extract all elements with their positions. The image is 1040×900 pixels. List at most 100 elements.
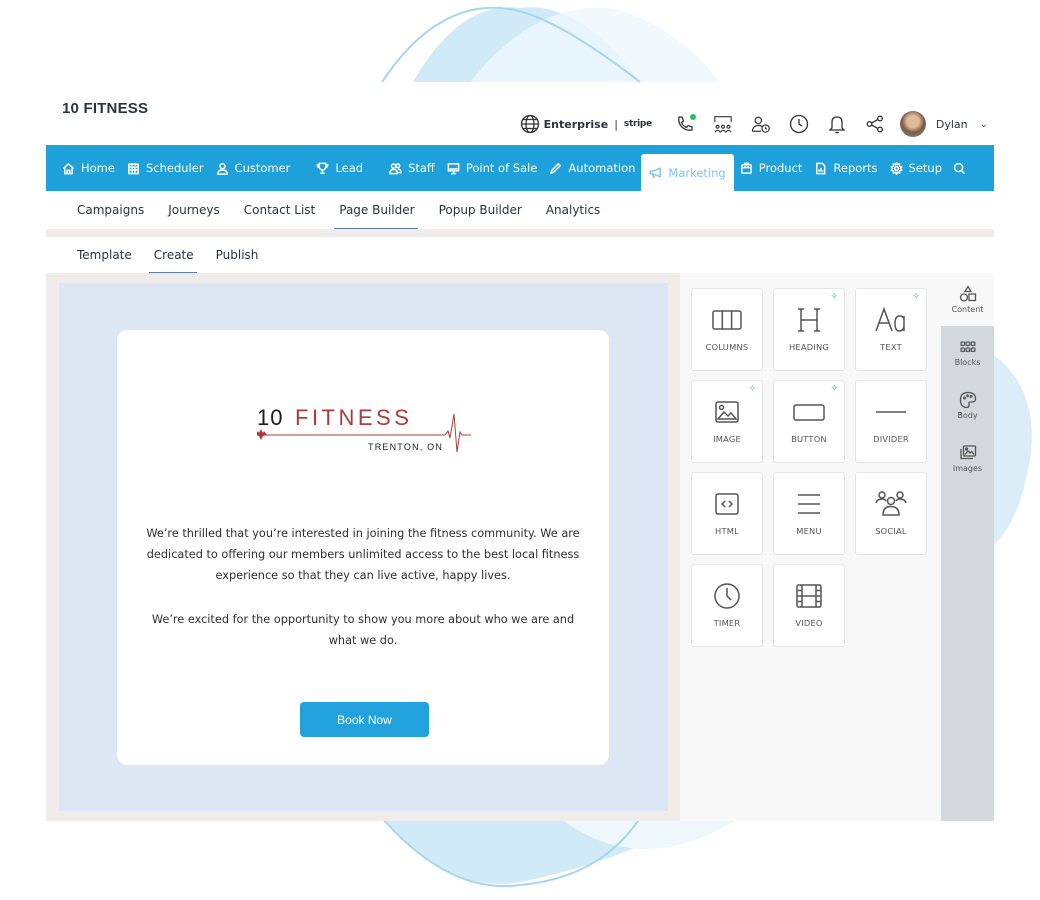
side-tab-blocks[interactable]: Blocks	[941, 326, 994, 379]
subnav-journeys[interactable]: Journeys	[168, 191, 220, 229]
nav-marketing-label: Marketing	[668, 165, 726, 180]
search-icon	[953, 162, 966, 174]
subnav-analytics[interactable]: Analytics	[546, 191, 601, 229]
nav-home-label: Home	[81, 161, 115, 175]
side-tab-content[interactable]: Content	[941, 273, 994, 326]
clock-icon	[789, 114, 809, 134]
tile-columns[interactable]: COLUMNS	[691, 288, 763, 371]
builder-workspace: 10 FITNESS TRENTON, ON We’re thrilled th…	[46, 273, 994, 821]
tile-text[interactable]: ✧ TEXT	[855, 288, 927, 371]
button-icon	[793, 404, 825, 421]
nav-automation[interactable]: Automation	[543, 145, 641, 191]
chevron-down-icon[interactable]: ⌄	[980, 119, 988, 130]
nav-product-label: Product	[758, 161, 803, 175]
subnav-campaigns[interactable]: Campaigns	[77, 191, 144, 229]
tile-button[interactable]: ✧ BUTTON	[773, 380, 845, 463]
tile-label: VIDEO	[795, 618, 823, 628]
report-icon	[816, 162, 826, 174]
subnav-popup-builder[interactable]: Popup Builder	[439, 191, 522, 229]
nav-setup[interactable]: Setup	[884, 145, 948, 191]
menu-icon	[798, 494, 820, 514]
tile-divider[interactable]: DIVIDER	[855, 380, 927, 463]
tile-label: SOCIAL	[875, 526, 907, 536]
nav-point-of-sale[interactable]: Point of Sale	[441, 145, 544, 191]
logo-location: TRENTON, ON	[368, 442, 443, 452]
side-tab-label: Images	[952, 464, 983, 473]
bell-icon	[828, 116, 846, 134]
top-header: 10 FITNESS Enterprise | stripe Dylan ⌄	[46, 90, 994, 145]
panel-side-tabs: Content Blocks Body Images	[941, 273, 994, 821]
nav-reports[interactable]: Reports	[808, 145, 883, 191]
trophy-icon	[317, 162, 329, 174]
secondary-paragraph[interactable]: We’re excited for the opportunity to sho…	[137, 609, 589, 651]
avatar[interactable]	[899, 111, 926, 137]
brand-title: 10 FITNESS	[62, 100, 149, 117]
nav-search-button[interactable]	[953, 145, 966, 191]
text-icon	[875, 306, 905, 332]
nav-staff-label: Staff	[408, 161, 435, 175]
heading-icon	[798, 308, 820, 332]
tile-heading[interactable]: ✧ HEADING	[773, 288, 845, 371]
nav-marketing[interactable]: Marketing	[641, 154, 734, 191]
tab-template[interactable]: Template	[77, 237, 132, 273]
tile-label: HEADING	[788, 342, 830, 352]
blocks-icon	[959, 341, 976, 353]
user-icon	[216, 162, 228, 175]
tile-social[interactable]: SOCIAL	[855, 472, 927, 555]
nav-home[interactable]: Home	[56, 145, 121, 191]
side-tab-images[interactable]: Images	[941, 432, 994, 485]
nav-staff[interactable]: Staff	[383, 145, 441, 191]
nav-lead[interactable]: Lead	[310, 145, 369, 191]
email-body-card[interactable]: 10 FITNESS TRENTON, ON We’re thrilled th…	[117, 330, 609, 765]
ai-sparkle-icon: ✧	[830, 292, 838, 302]
tab-publish[interactable]: Publish	[216, 237, 259, 273]
content-panel: COLUMNS ✧ HEADING ✧ TEXT ✧ IMAGE ✧ BUTTO…	[680, 273, 941, 821]
history-button[interactable]	[788, 113, 810, 135]
subnav-contact-list[interactable]: Contact List	[244, 191, 315, 229]
ai-sparkle-icon: ✧	[912, 292, 920, 302]
content-tiles: COLUMNS ✧ HEADING ✧ TEXT ✧ IMAGE ✧ BUTTO…	[691, 288, 927, 647]
marketing-sub-nav: Campaigns Journeys Contact List Page Bui…	[46, 191, 994, 237]
tile-image[interactable]: ✧ IMAGE	[691, 380, 763, 463]
tile-html[interactable]: HTML	[691, 472, 763, 555]
tile-label: IMAGE	[713, 434, 741, 444]
plan-badge[interactable]: Enterprise | stripe	[520, 114, 652, 134]
builder-tabs: Template Create Publish	[46, 237, 994, 273]
side-tab-body[interactable]: Body	[941, 379, 994, 432]
nav-reports-label: Reports	[833, 161, 878, 175]
brand-logo[interactable]: 10 FITNESS TRENTON, ON	[257, 396, 472, 452]
side-tab-label: Body	[957, 411, 978, 420]
nav-lead-label: Lead	[335, 161, 364, 175]
share-button[interactable]	[864, 113, 886, 135]
tile-label: COLUMNS	[705, 342, 749, 352]
classes-button[interactable]	[712, 113, 734, 135]
phone-button[interactable]	[674, 113, 696, 135]
tile-video[interactable]: VIDEO	[773, 564, 845, 647]
online-status-dot	[689, 114, 696, 120]
tile-timer[interactable]: TIMER	[691, 564, 763, 647]
nav-customer[interactable]: Customer	[210, 145, 297, 191]
email-canvas[interactable]: 10 FITNESS TRENTON, ON We’re thrilled th…	[59, 283, 668, 811]
book-now-button[interactable]: Book Now	[300, 702, 429, 737]
image-icon	[715, 401, 739, 423]
subnav-page-builder[interactable]: Page Builder	[334, 191, 418, 229]
timer-icon	[714, 583, 740, 609]
tile-menu[interactable]: MENU	[773, 472, 845, 555]
nav-scheduler-label: Scheduler	[145, 161, 204, 175]
staff-schedule-button[interactable]	[750, 113, 772, 135]
nav-product[interactable]: Product	[734, 145, 809, 191]
tile-label: TEXT	[880, 342, 902, 352]
palette-icon	[959, 391, 976, 409]
user-name[interactable]: Dylan	[936, 118, 968, 131]
tile-label: TIMER	[713, 618, 741, 628]
html-icon	[715, 493, 739, 515]
nav-scheduler[interactable]: Scheduler	[121, 145, 210, 191]
notifications-button[interactable]	[826, 113, 848, 135]
tab-create[interactable]: Create	[148, 237, 197, 273]
users-icon	[389, 162, 402, 174]
intro-paragraph[interactable]: We’re thrilled that you’re interested in…	[137, 523, 589, 586]
ai-sparkle-icon: ✧	[748, 384, 756, 394]
box-icon	[740, 162, 752, 174]
tile-label: HTML	[715, 526, 739, 536]
divider-icon	[876, 411, 906, 413]
